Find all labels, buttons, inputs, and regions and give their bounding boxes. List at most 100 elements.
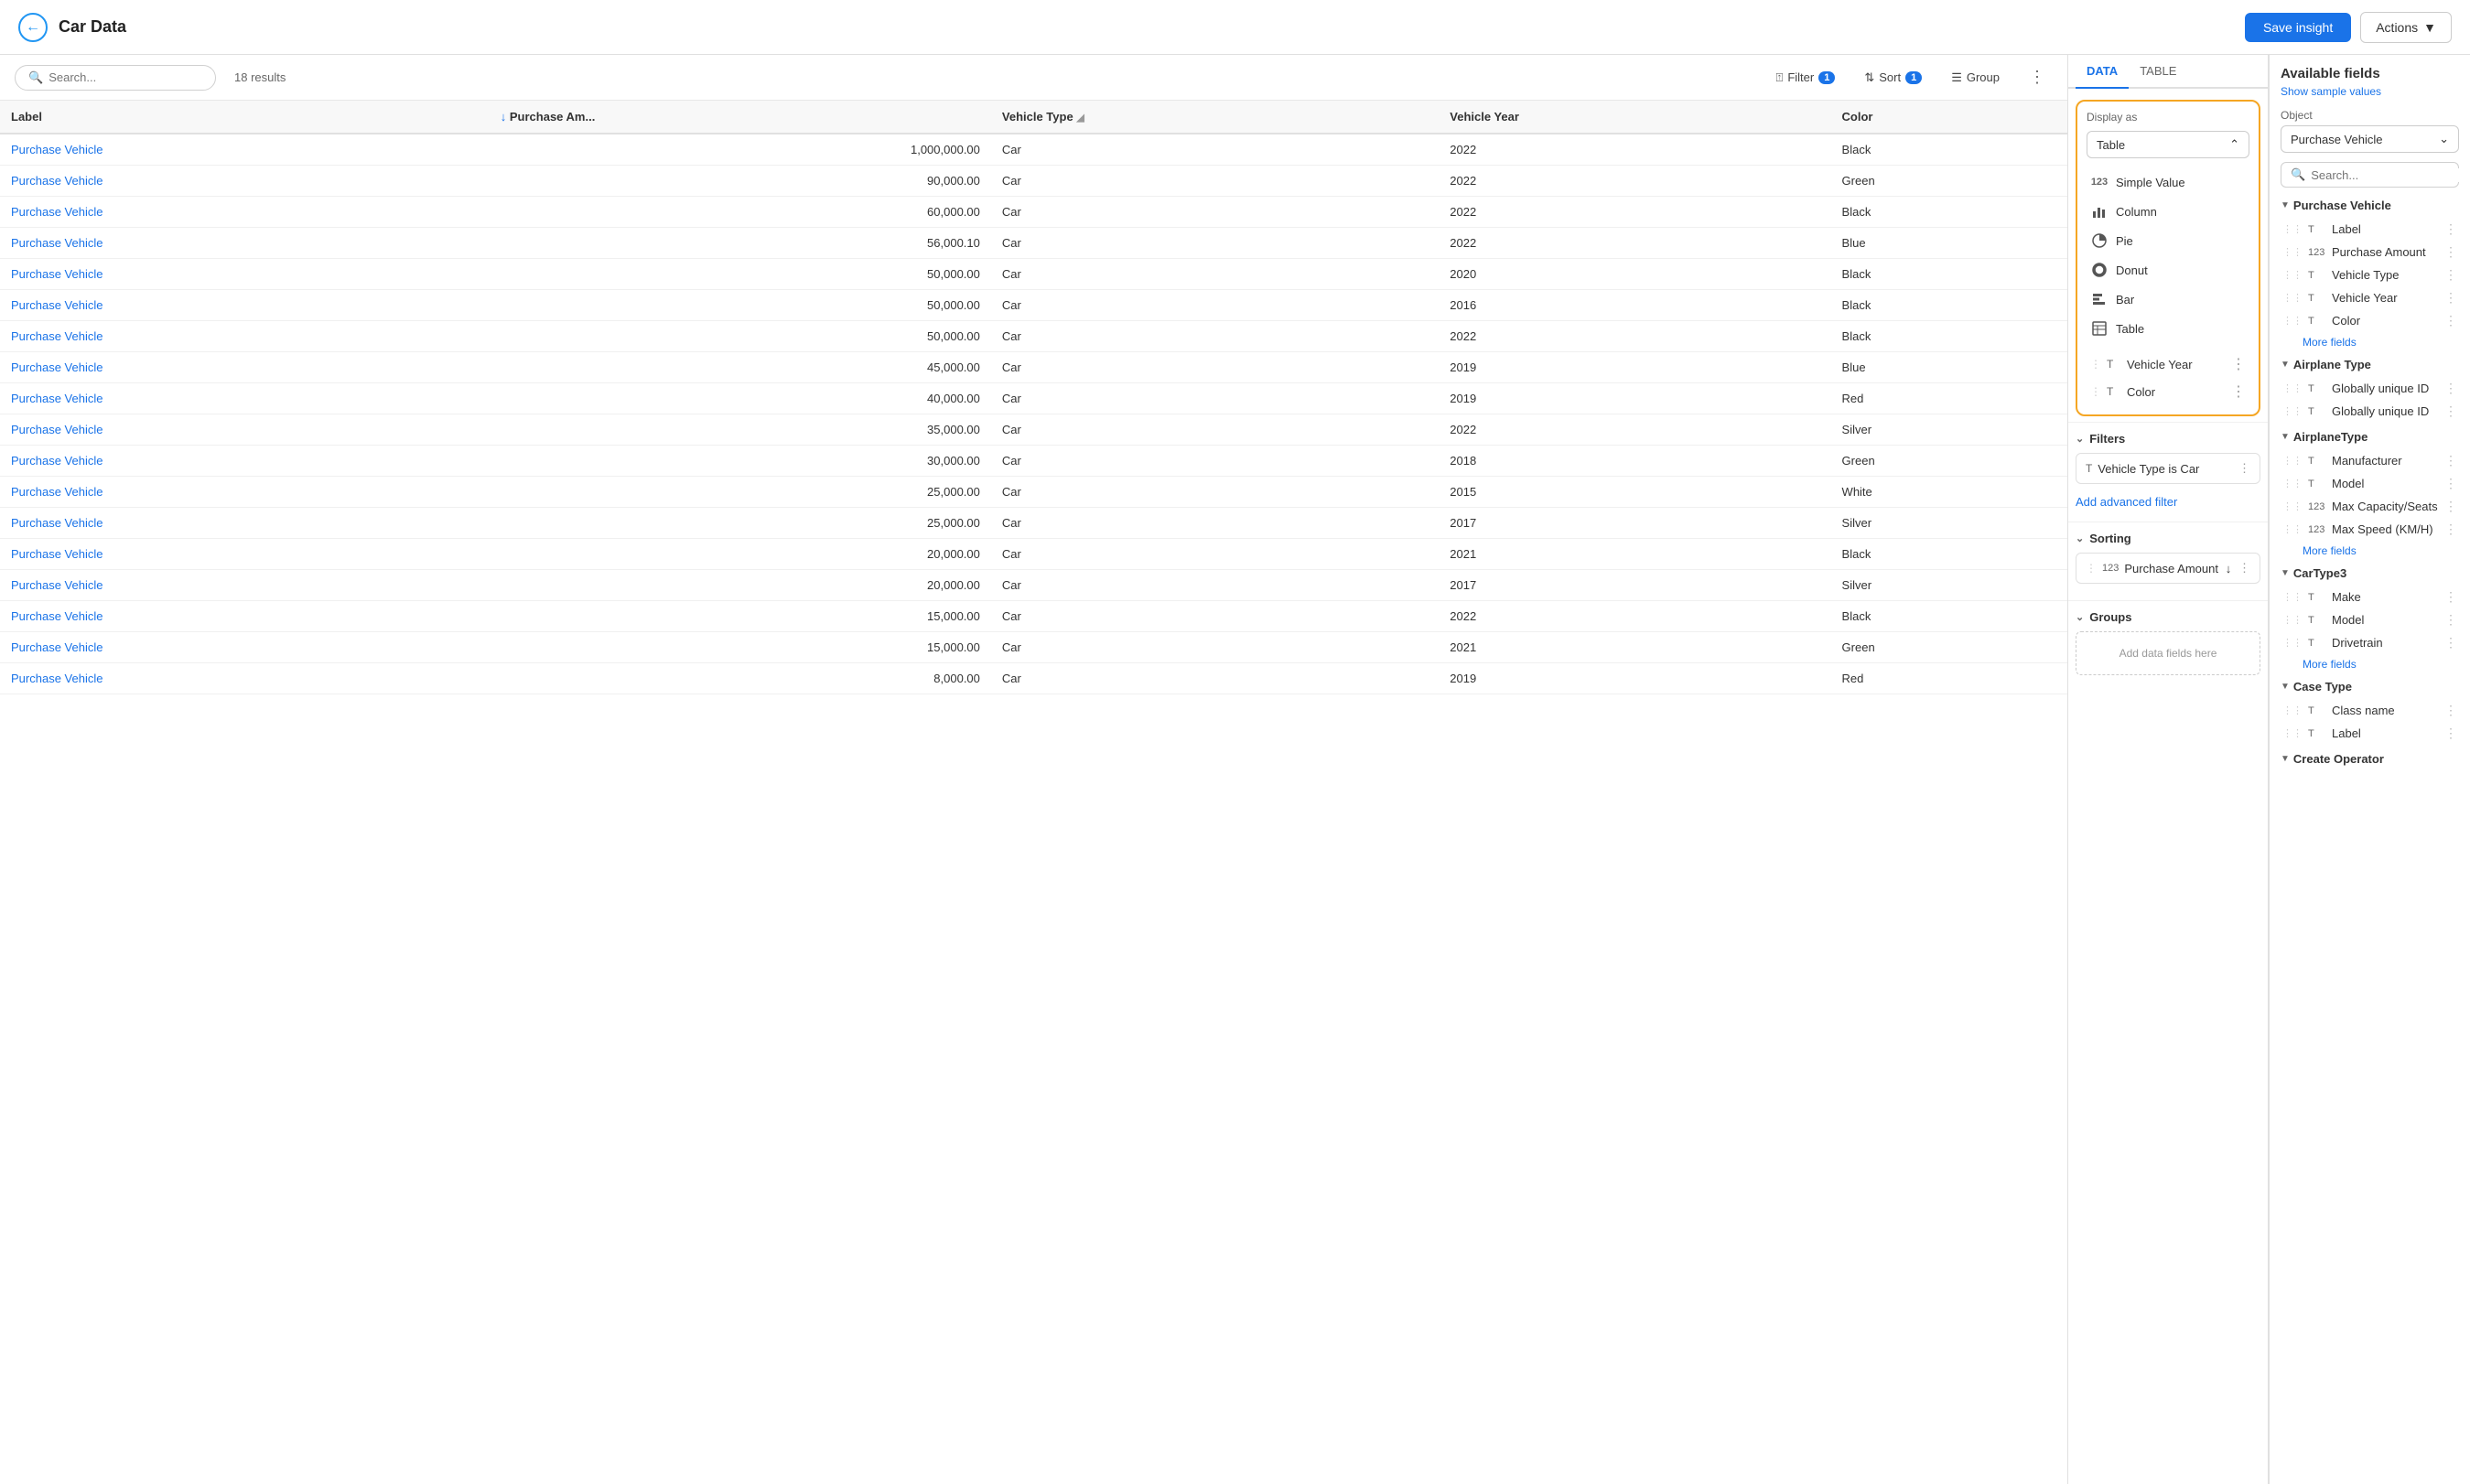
groups-header[interactable]: ⌄ Groups — [2076, 610, 2260, 624]
field-more-icon[interactable]: ⋮ — [2444, 703, 2457, 718]
tab-table[interactable]: TABLE — [2129, 55, 2187, 87]
display-select[interactable]: Table ⌃ — [2087, 131, 2249, 158]
label-link[interactable]: Purchase Vehicle — [11, 423, 102, 436]
field-more-icon[interactable]: ⋮ — [2444, 221, 2457, 237]
field-more-icon[interactable]: ⋮ — [2444, 635, 2457, 651]
col-more-icon[interactable]: ⋮ — [2231, 355, 2246, 373]
label-link[interactable]: Purchase Vehicle — [11, 205, 102, 219]
fields-section-header[interactable]: ▼ AirplaneType — [2281, 430, 2459, 444]
field-more-icon[interactable]: ⋮ — [2444, 453, 2457, 468]
col-more-icon[interactable]: ⋮ — [2231, 382, 2246, 401]
field-more-icon[interactable]: ⋮ — [2444, 476, 2457, 491]
field-item[interactable]: ⋮⋮ T Globally unique ID ⋮ — [2281, 400, 2459, 423]
sort-more-icon[interactable]: ⋮ — [2238, 561, 2250, 575]
field-item[interactable]: ⋮⋮ T Label ⋮ — [2281, 218, 2459, 241]
field-more-icon[interactable]: ⋮ — [2444, 589, 2457, 605]
label-link[interactable]: Purchase Vehicle — [11, 547, 102, 561]
save-insight-button[interactable]: Save insight — [2245, 13, 2351, 42]
field-item[interactable]: ⋮⋮ T Vehicle Year ⋮ — [2281, 286, 2459, 309]
add-filter-button[interactable]: Add advanced filter — [2076, 491, 2260, 512]
chart-col-vehicle-year[interactable]: ⋮ T Vehicle Year ⋮ — [2087, 350, 2249, 378]
right-search-input[interactable] — [2311, 168, 2470, 182]
display-option-donut[interactable]: Donut — [2087, 255, 2249, 285]
field-item[interactable]: ⋮⋮ T Make ⋮ — [2281, 586, 2459, 608]
more-fields-link[interactable]: More fields — [2303, 658, 2459, 671]
cell-vehicle-type: Car — [991, 228, 1439, 259]
field-item[interactable]: ⋮⋮ 123 Purchase Amount ⋮ — [2281, 241, 2459, 263]
label-link[interactable]: Purchase Vehicle — [11, 360, 102, 374]
field-item[interactable]: ⋮⋮ T Drivetrain ⋮ — [2281, 631, 2459, 654]
fields-section-header[interactable]: ▼ Create Operator — [2281, 752, 2459, 766]
field-more-icon[interactable]: ⋮ — [2444, 726, 2457, 741]
search-input[interactable] — [49, 70, 202, 84]
toolbar-row: 🔍 18 results ⍐ Filter 1 ⇅ Sort 1 ☰ — [0, 55, 2067, 101]
fields-section-header[interactable]: ▼ Purchase Vehicle — [2281, 199, 2459, 212]
field-type-icon: 123 — [2308, 247, 2326, 258]
label-link[interactable]: Purchase Vehicle — [11, 672, 102, 685]
label-link[interactable]: Purchase Vehicle — [11, 174, 102, 188]
fields-section-header[interactable]: ▼ Case Type — [2281, 680, 2459, 694]
more-fields-link[interactable]: More fields — [2303, 336, 2459, 349]
col-amount[interactable]: ↓ Purchase Am... — [490, 101, 991, 134]
object-chevron-icon: ⌄ — [2439, 132, 2449, 146]
field-more-icon[interactable]: ⋮ — [2444, 403, 2457, 419]
field-more-icon[interactable]: ⋮ — [2444, 499, 2457, 514]
field-more-icon[interactable]: ⋮ — [2444, 290, 2457, 306]
field-more-icon[interactable]: ⋮ — [2444, 381, 2457, 396]
field-more-icon[interactable]: ⋮ — [2444, 267, 2457, 283]
chart-col-color[interactable]: ⋮ T Color ⋮ — [2087, 378, 2249, 405]
label-link[interactable]: Purchase Vehicle — [11, 454, 102, 468]
field-more-icon[interactable]: ⋮ — [2444, 612, 2457, 628]
sorting-header[interactable]: ⌄ Sorting — [2076, 532, 2260, 545]
object-select[interactable]: Purchase Vehicle ⌄ — [2281, 125, 2459, 153]
sort-direction-icon: ↓ — [2226, 562, 2232, 575]
field-item[interactable]: ⋮⋮ T Model ⋮ — [2281, 472, 2459, 495]
field-item[interactable]: ⋮⋮ T Color ⋮ — [2281, 309, 2459, 332]
field-item[interactable]: ⋮⋮ T Globally unique ID ⋮ — [2281, 377, 2459, 400]
filters-header[interactable]: ⌄ Filters — [2076, 432, 2260, 446]
display-option-table[interactable]: Table — [2087, 314, 2249, 343]
sort-button[interactable]: ⇅ Sort 1 — [1857, 67, 1929, 89]
field-more-icon[interactable]: ⋮ — [2444, 244, 2457, 260]
display-option-column[interactable]: Column — [2087, 197, 2249, 226]
field-name: Vehicle Year — [2332, 291, 2439, 305]
label-link[interactable]: Purchase Vehicle — [11, 236, 102, 250]
display-option-simple-value[interactable]: 123 Simple Value — [2087, 167, 2249, 197]
field-item[interactable]: ⋮⋮ T Model ⋮ — [2281, 608, 2459, 631]
fields-section-header[interactable]: ▼ CarType3 — [2281, 566, 2459, 580]
field-item[interactable]: ⋮⋮ T Class name ⋮ — [2281, 699, 2459, 722]
search-box[interactable]: 🔍 — [15, 65, 216, 91]
right-search-box[interactable]: 🔍 — [2281, 162, 2459, 188]
label-link[interactable]: Purchase Vehicle — [11, 392, 102, 405]
fields-section-header[interactable]: ▼ Airplane Type — [2281, 358, 2459, 371]
label-link[interactable]: Purchase Vehicle — [11, 578, 102, 592]
label-link[interactable]: Purchase Vehicle — [11, 267, 102, 281]
field-more-icon[interactable]: ⋮ — [2444, 522, 2457, 537]
back-button[interactable]: ← — [18, 13, 48, 42]
field-item[interactable]: ⋮⋮ T Label ⋮ — [2281, 722, 2459, 745]
show-sample-values-link[interactable]: Show sample values — [2281, 85, 2459, 98]
label-link[interactable]: Purchase Vehicle — [11, 609, 102, 623]
label-link[interactable]: Purchase Vehicle — [11, 516, 102, 530]
more-options-button[interactable]: ⋮ — [2022, 64, 2053, 91]
field-name: Globally unique ID — [2332, 404, 2439, 418]
label-link[interactable]: Purchase Vehicle — [11, 298, 102, 312]
label-link[interactable]: Purchase Vehicle — [11, 329, 102, 343]
display-option-pie[interactable]: Pie — [2087, 226, 2249, 255]
field-more-icon[interactable]: ⋮ — [2444, 313, 2457, 328]
field-item[interactable]: ⋮⋮ 123 Max Speed (KM/H) ⋮ — [2281, 518, 2459, 541]
tab-data[interactable]: DATA — [2076, 55, 2129, 89]
display-option-bar[interactable]: Bar — [2087, 285, 2249, 314]
cell-color: Blue — [1831, 228, 2067, 259]
label-link[interactable]: Purchase Vehicle — [11, 485, 102, 499]
label-link[interactable]: Purchase Vehicle — [11, 143, 102, 156]
label-link[interactable]: Purchase Vehicle — [11, 640, 102, 654]
group-button[interactable]: ☰ Group — [1944, 67, 2007, 89]
field-item[interactable]: ⋮⋮ 123 Max Capacity/Seats ⋮ — [2281, 495, 2459, 518]
more-fields-link[interactable]: More fields — [2303, 544, 2459, 557]
filter-more-icon[interactable]: ⋮ — [2238, 461, 2250, 476]
field-item[interactable]: ⋮⋮ T Manufacturer ⋮ — [2281, 449, 2459, 472]
actions-button[interactable]: Actions ▼ — [2360, 12, 2452, 43]
field-item[interactable]: ⋮⋮ T Vehicle Type ⋮ — [2281, 263, 2459, 286]
filter-button[interactable]: ⍐ Filter 1 — [1769, 67, 1843, 89]
